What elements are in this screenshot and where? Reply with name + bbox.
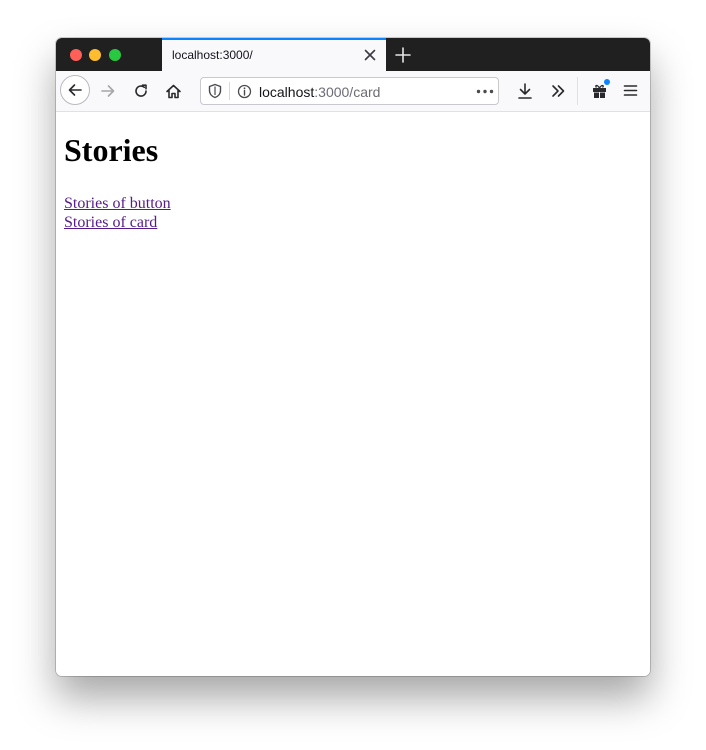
tab-title: localhost:3000/ (172, 48, 253, 62)
close-icon[interactable] (362, 47, 378, 63)
new-tab-plus-icon[interactable] (392, 44, 414, 66)
url-host: localhost (259, 84, 315, 100)
url-path: :3000/card (314, 84, 381, 100)
close-window-icon[interactable] (70, 49, 82, 61)
zoom-window-icon[interactable] (109, 49, 121, 61)
shield-icon[interactable] (208, 83, 222, 99)
forward-arrow-icon[interactable] (100, 83, 116, 99)
home-icon[interactable] (165, 83, 182, 100)
hamburger-menu-icon[interactable] (623, 83, 638, 98)
more-dots-icon[interactable] (476, 89, 494, 94)
browser-window: localhost:3000/ localhost:3000/card Stor… (56, 38, 650, 676)
download-icon[interactable] (517, 82, 533, 100)
page-title: Stories (64, 132, 159, 168)
nav-toolbar: localhost:3000/card (56, 71, 650, 112)
stories-of-card-link[interactable]: Stories of card (64, 213, 171, 232)
url-separator (229, 82, 230, 100)
back-button[interactable] (60, 75, 90, 105)
overflow-chevrons-icon[interactable] (550, 83, 566, 99)
url-bar[interactable]: localhost:3000/card (200, 77, 499, 105)
reload-icon[interactable] (133, 83, 149, 99)
back-arrow-icon (68, 84, 82, 96)
tab-bar: localhost:3000/ (56, 38, 650, 71)
toolbar-separator (577, 77, 578, 105)
stories-of-button-link[interactable]: Stories of button (64, 194, 171, 213)
minimize-window-icon[interactable] (89, 49, 101, 61)
info-icon[interactable] (237, 84, 252, 99)
stories-link-list: Stories of button Stories of card (64, 194, 171, 232)
tab-active[interactable]: localhost:3000/ (162, 38, 386, 71)
url-text: localhost:3000/card (259, 84, 380, 100)
notification-badge (604, 79, 610, 85)
page-content: Stories Stories of button Stories of car… (56, 112, 650, 676)
